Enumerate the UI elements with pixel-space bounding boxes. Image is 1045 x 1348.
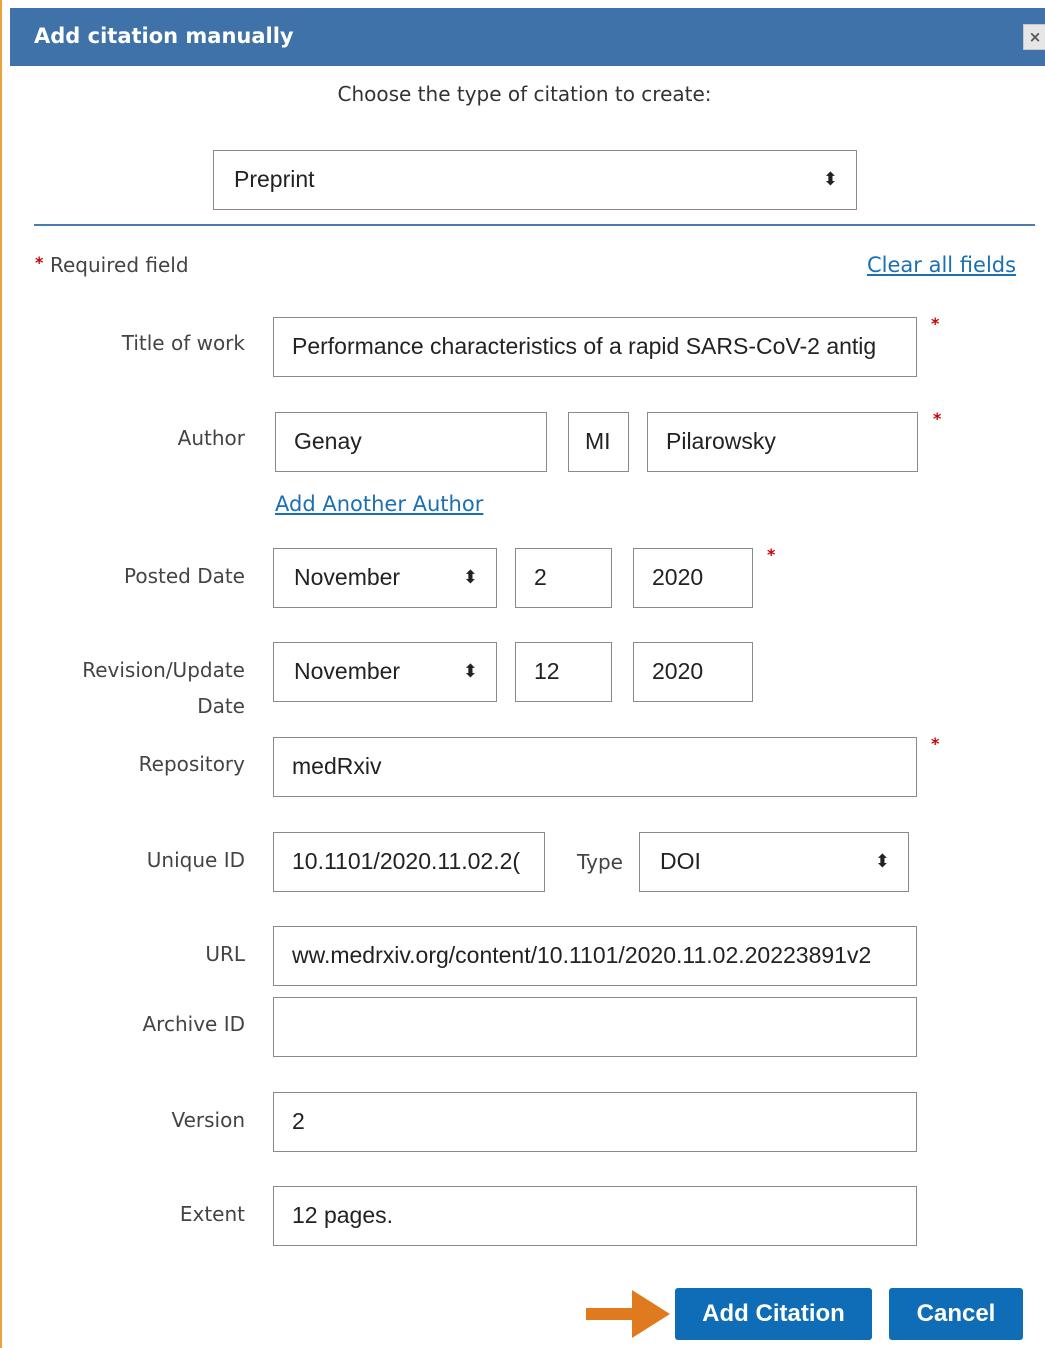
archive-id-label: Archive ID — [142, 1012, 246, 1036]
url-label: URL — [205, 942, 245, 966]
revision-date-year-input[interactable]: 2020 — [633, 642, 753, 702]
posted-date-month-select[interactable]: November ⬍ — [273, 548, 497, 608]
sort-arrows-icon: ⬍ — [874, 851, 890, 871]
required-star: * — [931, 314, 940, 333]
add-citation-button[interactable]: Add Citation — [675, 1288, 872, 1340]
sort-arrows-icon: ⬍ — [822, 169, 838, 189]
posted-date-year-input[interactable]: 2020 — [633, 548, 753, 608]
dialog-title: Add citation manually — [34, 24, 294, 48]
version-input[interactable]: 2 — [273, 1092, 917, 1152]
revision-date-month-value: November — [294, 658, 401, 684]
clear-all-fields-link[interactable]: Clear all fields — [867, 253, 1016, 277]
unique-id-label: Unique ID — [146, 848, 245, 872]
id-type-value: DOI — [660, 848, 701, 874]
add-another-author-link[interactable]: Add Another Author — [275, 492, 483, 516]
title-of-work-input[interactable]: Performance characteristics of a rapid S… — [273, 317, 917, 377]
repository-label: Repository — [138, 752, 245, 776]
title-of-work-label: Title of work — [121, 331, 245, 355]
cancel-button[interactable]: Cancel — [889, 1288, 1023, 1340]
citation-type-value: Preprint — [234, 166, 315, 192]
extent-input[interactable]: 12 pages. — [273, 1186, 917, 1246]
posted-date-label: Posted Date — [123, 564, 245, 588]
posted-date-day-input[interactable]: 2 — [515, 548, 612, 608]
author-last-name-input[interactable]: Pilarowsky — [647, 412, 918, 472]
archive-id-input[interactable] — [273, 997, 917, 1057]
posted-date-month-value: November — [294, 564, 401, 590]
sort-arrows-icon: ⬍ — [462, 567, 478, 587]
extent-label: Extent — [179, 1202, 245, 1226]
section-divider — [34, 224, 1035, 226]
revision-date-label-line2: Date — [197, 694, 245, 718]
url-input[interactable]: ww.medrxiv.org/content/10.1101/2020.11.0… — [273, 926, 917, 986]
citation-type-select[interactable]: Preprint ⬍ — [213, 150, 857, 210]
arrow-pointer-icon — [586, 1290, 670, 1338]
revision-date-label-line1: Revision/Update — [82, 658, 245, 682]
revision-date-month-select[interactable]: November ⬍ — [273, 642, 497, 702]
sort-arrows-icon: ⬍ — [462, 661, 478, 681]
add-citation-dialog: Add citation manually × Choose the type … — [0, 0, 1045, 1348]
citation-type-prompt: Choose the type of citation to create: — [337, 82, 712, 106]
close-icon: × — [1028, 28, 1042, 46]
dialog-titlebar: Add citation manually × — [10, 8, 1045, 66]
id-type-select[interactable]: DOI ⬍ — [639, 832, 909, 892]
id-type-label: Type — [577, 850, 623, 874]
unique-id-input[interactable]: 10.1101/2020.11.02.2( — [273, 832, 545, 892]
revision-date-day-input[interactable]: 12 — [515, 642, 612, 702]
required-field-note: Required field — [50, 253, 189, 277]
repository-input[interactable]: medRxiv — [273, 737, 917, 797]
required-star: * — [933, 409, 942, 428]
required-star: * — [767, 545, 776, 564]
author-first-name-input[interactable]: Genay — [275, 412, 547, 472]
author-middle-initial-input[interactable]: MI — [568, 412, 629, 472]
author-label: Author — [177, 426, 245, 450]
required-star: * — [35, 253, 44, 272]
close-button[interactable]: × — [1023, 24, 1045, 50]
version-label: Version — [171, 1108, 245, 1132]
required-star: * — [931, 734, 940, 753]
